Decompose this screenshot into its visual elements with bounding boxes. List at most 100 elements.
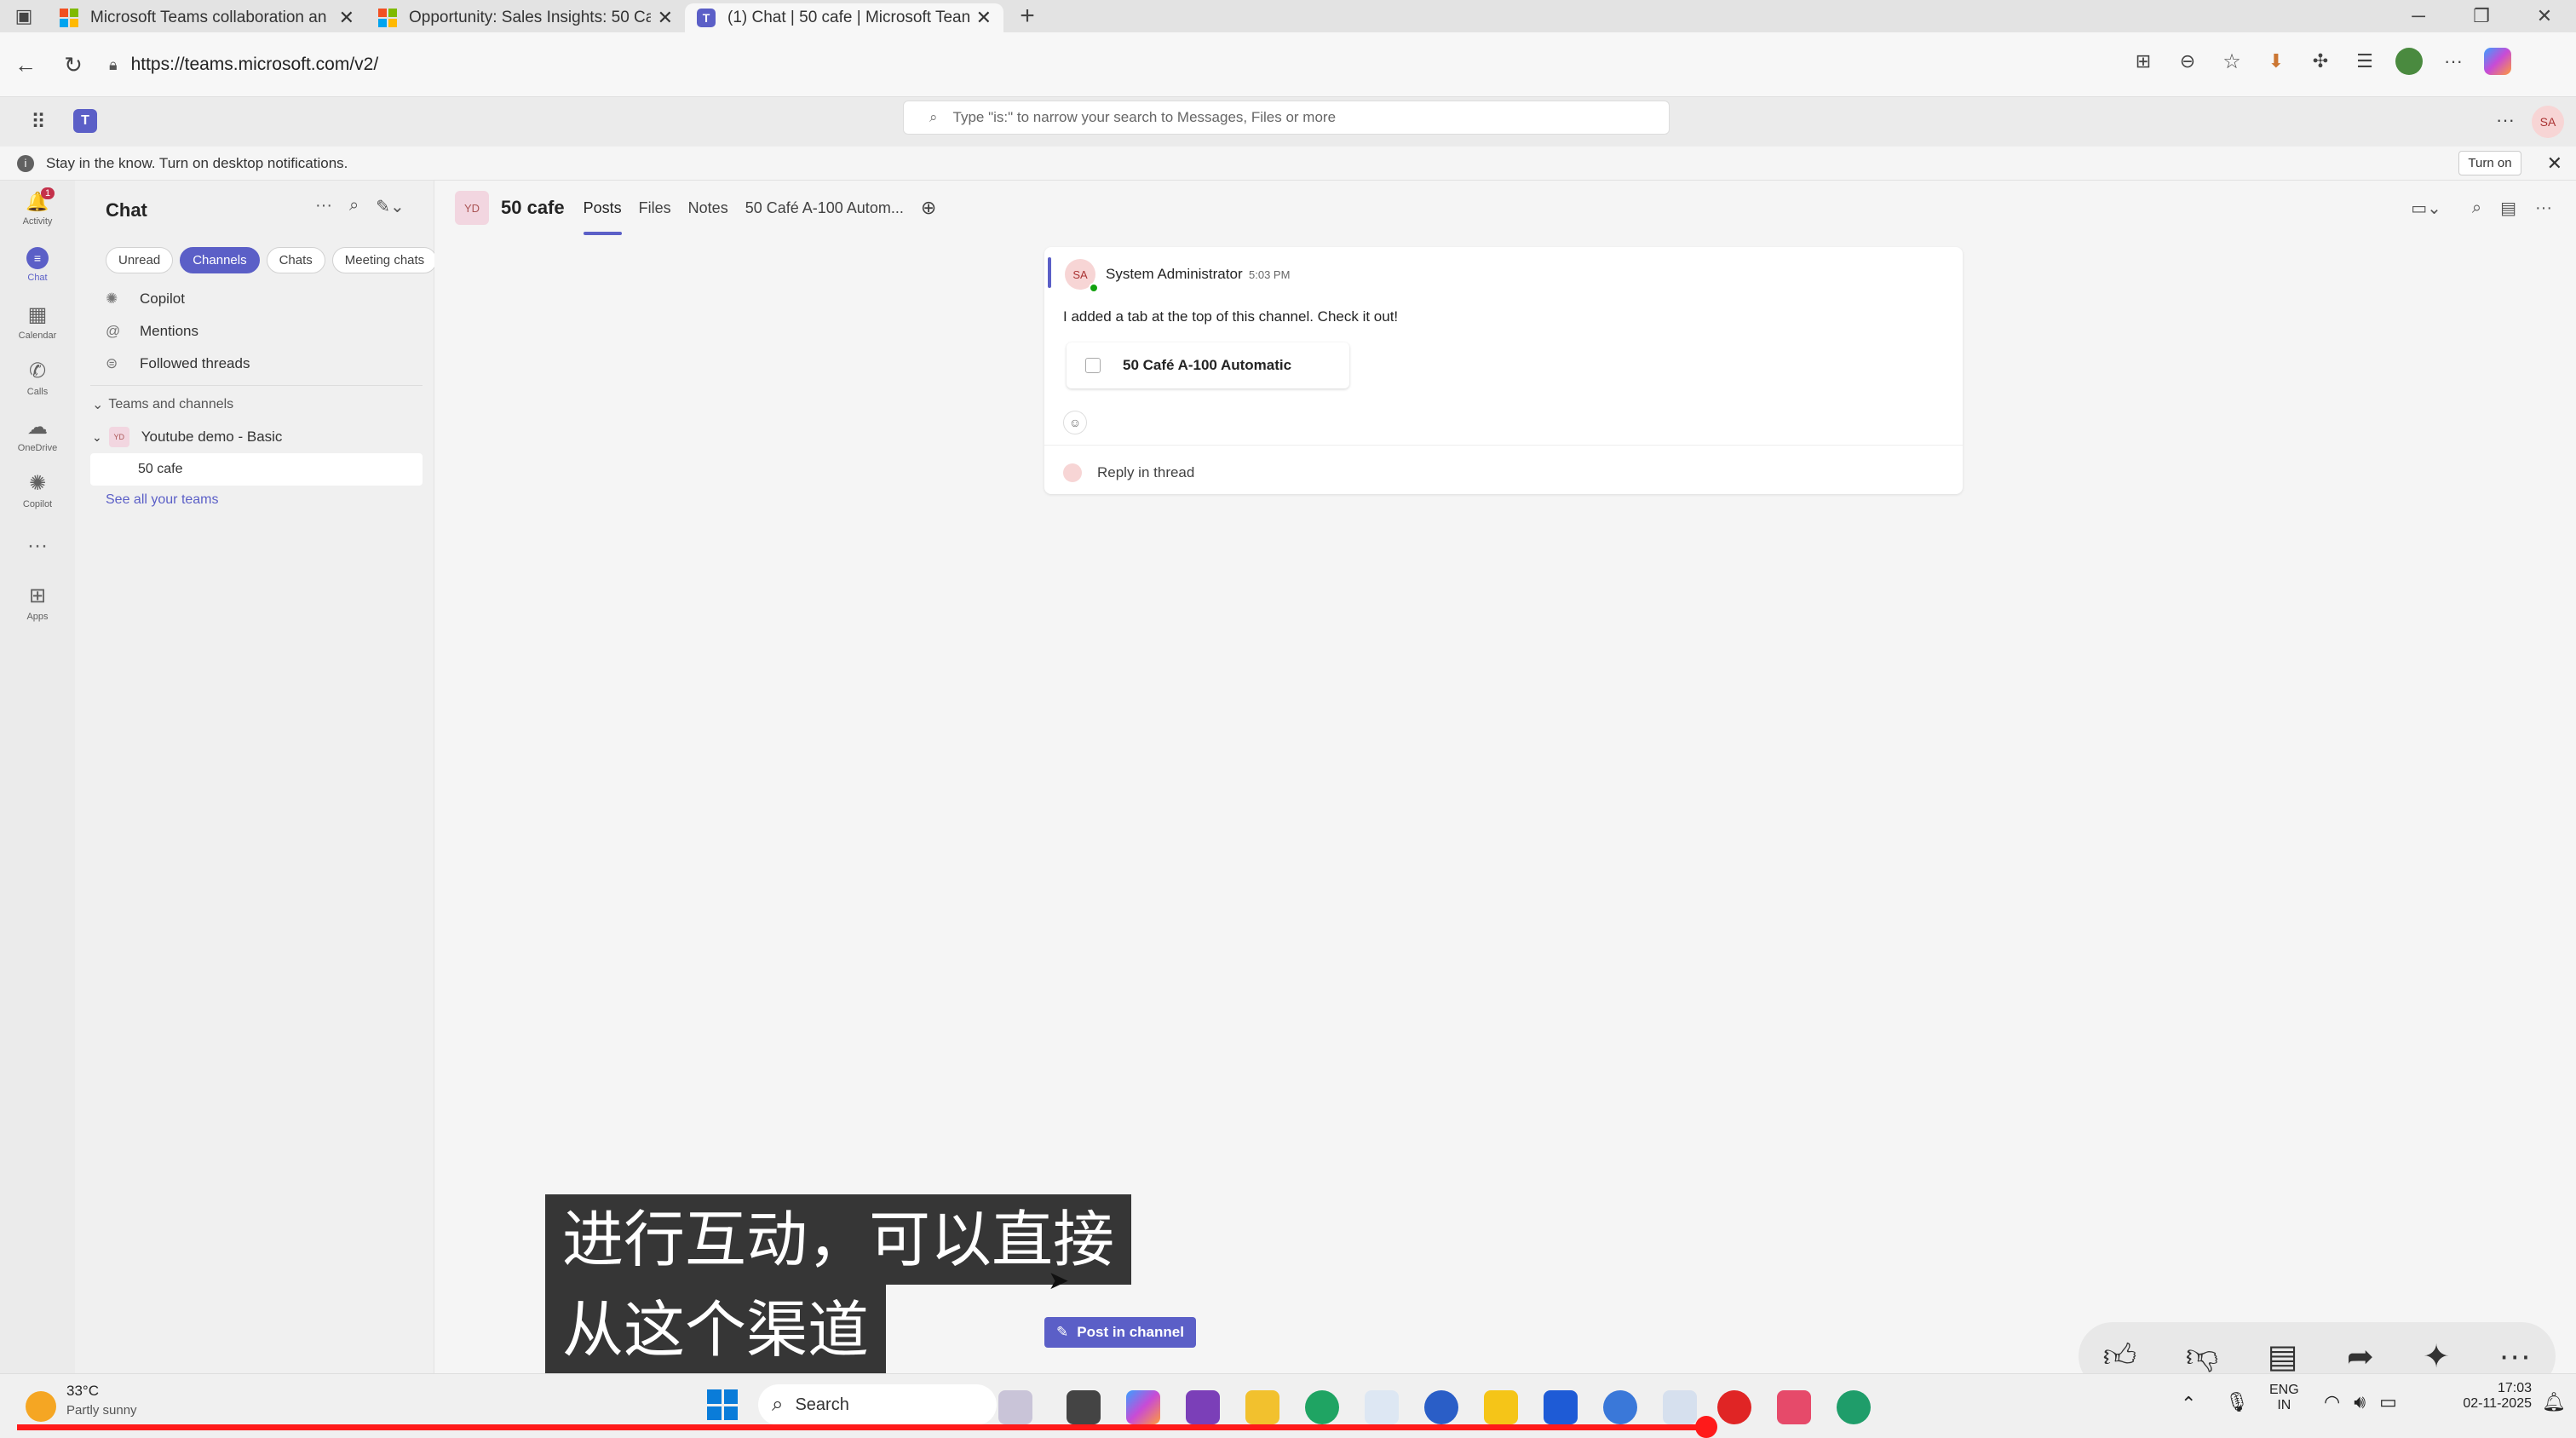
tab-actions-icon[interactable]: ▣ [0, 0, 48, 32]
list-item-mentions[interactable]: @ Mentions [106, 315, 421, 348]
more-options-icon[interactable]: ··· [2498, 1338, 2531, 1375]
taskbar-app-edge-icon[interactable] [1305, 1390, 1339, 1424]
filter-meeting-chats[interactable]: Meeting chats [331, 247, 438, 273]
rail-item-calendar[interactable]: ▦ Calendar [0, 293, 75, 349]
list-item-followed-threads[interactable]: ⊜ Followed threads [106, 348, 421, 380]
video-call-icon[interactable]: ▭⌄ [2411, 198, 2441, 219]
taskbar-app-copilot-icon[interactable] [1126, 1390, 1160, 1424]
chevron-up-icon[interactable]: ⌃ [2181, 1393, 2196, 1415]
windows-start-icon[interactable] [707, 1389, 738, 1420]
reply-in-thread-button[interactable]: Reply in thread [1063, 457, 1194, 489]
taskbar-app-4-icon[interactable] [1603, 1390, 1637, 1424]
clock[interactable]: 17:03 02-11-2025 [2447, 1381, 2532, 1412]
team-item[interactable]: ⌄ YD Youtube demo - Basic [92, 421, 282, 453]
taskbar-search[interactable]: ⌕ Search [758, 1384, 997, 1425]
video-progress-handle[interactable] [1695, 1416, 1717, 1438]
restore-icon[interactable]: ❐ [2450, 5, 2513, 27]
zoom-icon[interactable]: ⊖ [2174, 48, 2201, 75]
rail-item-more[interactable]: ··· [0, 518, 75, 574]
volume-icon[interactable]: 🔊︎ [2354, 1391, 2366, 1413]
new-tab-button[interactable]: + [1003, 0, 1051, 32]
more-options-icon[interactable]: ··· [2535, 198, 2552, 218]
teams-search-input[interactable]: ⌕ Type "is:" to narrow your search to Me… [903, 101, 1670, 135]
teams-channels-section[interactable]: ⌄ Teams and channels [92, 388, 233, 421]
taskbar-app-3-icon[interactable] [1544, 1390, 1578, 1424]
extensions-icon[interactable]: ✣ [2307, 48, 2334, 75]
refresh-icon[interactable]: ↻ [56, 48, 90, 82]
extension-pin-icon[interactable]: ⬇ [2263, 48, 2290, 75]
taskbar-app-5-icon[interactable] [1663, 1390, 1697, 1424]
browser-tab-1[interactable]: Microsoft Teams collaboration an ✕ [48, 3, 366, 32]
add-reaction-icon[interactable]: ☺ [1063, 411, 1087, 434]
turn-on-button[interactable]: Turn on [2458, 151, 2521, 175]
close-tab-icon[interactable]: ✕ [976, 7, 992, 29]
copilot-browser-icon[interactable] [2484, 48, 2511, 75]
close-tab-icon[interactable]: ✕ [339, 7, 354, 29]
comment-icon[interactable]: ▤ [2268, 1337, 2298, 1376]
rail-item-onedrive[interactable]: ☁ OneDrive [0, 406, 75, 462]
tab-card[interactable]: 50 Café A-100 Automatic [1067, 342, 1349, 388]
browser-tab-3[interactable]: T (1) Chat | 50 cafe | Microsoft Tean ✕ [685, 3, 1003, 32]
sparkle-icon[interactable]: ✦ [2423, 1337, 2450, 1376]
profile-avatar[interactable] [2395, 48, 2423, 75]
filter-chats[interactable]: Chats [266, 247, 325, 273]
notification-center-icon[interactable]: 🔔︎ [2542, 1391, 2566, 1413]
post-card[interactable]: SA System Administrator 5:03 PM I added … [1044, 247, 1963, 494]
battery-icon[interactable]: ▭ [2379, 1391, 2397, 1413]
back-icon[interactable]: ← [9, 48, 43, 82]
share-icon[interactable]: ➦ [2347, 1337, 2374, 1376]
filter-unread[interactable]: Unread [106, 247, 174, 273]
author-name[interactable]: System Administrator [1106, 266, 1243, 283]
post-in-channel-button[interactable]: ✎ Post in channel [1044, 1317, 1196, 1348]
thumbs-up-icon[interactable]: 👍︎ [2103, 1337, 2137, 1376]
rail-item-chat[interactable]: ≡ Chat [0, 237, 75, 293]
weather-icon[interactable] [26, 1391, 56, 1422]
favorites-icon[interactable]: ☰ [2351, 48, 2378, 75]
tab-cafe-automatic[interactable]: 50 Café A-100 Autom... [745, 181, 904, 235]
rail-item-apps[interactable]: ⊞ Apps [0, 574, 75, 630]
taskbar-app-explorer-icon[interactable] [1245, 1390, 1279, 1424]
add-tab-icon[interactable]: ⊕ [921, 181, 936, 235]
search-icon[interactable]: ⌕ [2472, 198, 2481, 218]
taskbar-app-onenote-icon[interactable] [1186, 1390, 1220, 1424]
minimize-icon[interactable]: ─ [2387, 5, 2450, 27]
filter-channels[interactable]: Channels [180, 247, 260, 273]
taskbar-app-6-icon[interactable] [1777, 1390, 1811, 1424]
new-chat-icon[interactable]: ✎⌄ [376, 196, 405, 217]
channel-item-50-cafe[interactable]: 50 cafe [90, 453, 423, 486]
taskbar-app-1-icon[interactable] [1424, 1390, 1458, 1424]
favorite-star-icon[interactable]: ☆ [2218, 48, 2245, 75]
search-icon[interactable]: ⌕ [349, 196, 359, 217]
taskbar-app-taskview-icon[interactable] [1067, 1390, 1101, 1424]
list-item-copilot[interactable]: ✺ Copilot [106, 283, 421, 315]
info-pane-icon[interactable]: ▤ [2500, 198, 2516, 219]
tab-posts[interactable]: Posts [583, 181, 622, 235]
tab-files[interactable]: Files [639, 181, 671, 235]
tab-notes[interactable]: Notes [688, 181, 728, 235]
rail-item-activity[interactable]: 🔔 1 Activity [0, 181, 75, 237]
microphone-icon[interactable]: 🎙︎ [2225, 1391, 2249, 1413]
taskbar-app-snip-icon[interactable] [1365, 1390, 1399, 1424]
browser-menu-icon[interactable]: ··· [2440, 48, 2467, 75]
rail-item-copilot[interactable]: ✺ Copilot [0, 462, 75, 518]
see-all-teams-link[interactable]: See all your teams [106, 492, 219, 508]
taskbar-app-2-icon[interactable] [1484, 1390, 1518, 1424]
taskbar-app-edge2-icon[interactable] [1837, 1390, 1871, 1424]
browser-tab-2[interactable]: Opportunity: Sales Insights: 50 Ca ✕ [366, 3, 685, 32]
close-window-icon[interactable]: ✕ [2513, 5, 2576, 27]
app-available-icon[interactable]: ⊞ [2130, 48, 2157, 75]
address-field[interactable]: 🔒︎ https://teams.microsoft.com/v2/ [109, 41, 2119, 89]
app-launcher-icon[interactable]: ⠿ [24, 107, 53, 136]
video-progress-bar[interactable] [17, 1424, 1707, 1430]
taskbar-app-record-icon[interactable] [1717, 1390, 1751, 1424]
user-avatar[interactable]: SA [2532, 106, 2564, 138]
taskbar-app-widget-icon[interactable] [998, 1390, 1032, 1424]
settings-more-icon[interactable]: ··· [2491, 106, 2520, 135]
close-tab-icon[interactable]: ✕ [658, 7, 673, 29]
language-indicator[interactable]: ENG IN [2269, 1383, 2299, 1413]
more-options-icon[interactable]: ··· [315, 196, 332, 217]
rail-item-calls[interactable]: ✆ Calls [0, 349, 75, 406]
thumbs-down-icon[interactable]: 👎︎ [2186, 1337, 2219, 1376]
dismiss-icon[interactable]: ✕ [2547, 152, 2562, 175]
wifi-icon[interactable]: ◠ [2324, 1391, 2340, 1413]
